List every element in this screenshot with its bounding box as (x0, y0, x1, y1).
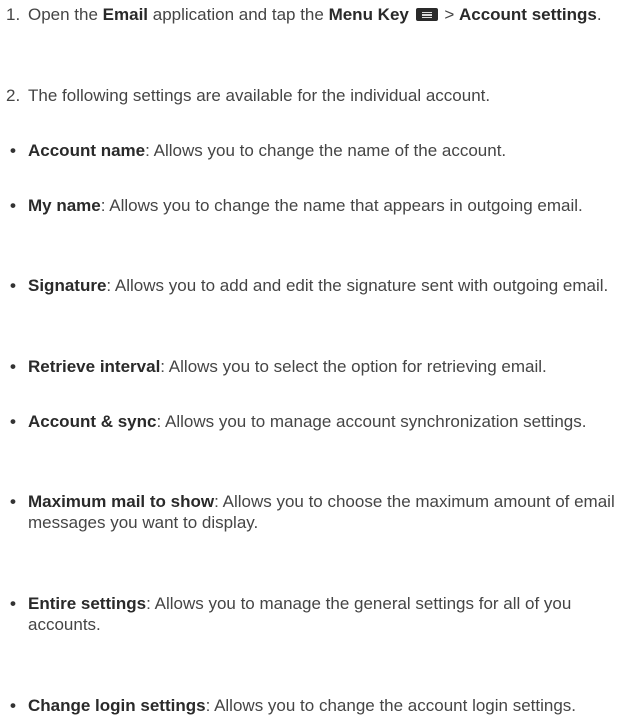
list-item: • Change login settings: Allows you to c… (6, 695, 636, 716)
step-text: > (439, 5, 459, 24)
bullet: • (10, 696, 16, 715)
setting-desc: : Allows you to manage account synchroni… (156, 412, 587, 431)
step-text: Open the (28, 5, 103, 24)
step-text: application and tap the (148, 5, 329, 24)
setting-desc: : Allows you to change the name that app… (100, 196, 583, 215)
step-number: 2. (6, 86, 21, 105)
step-text: . (596, 5, 602, 24)
list-item: • Signature: Allows you to add and edit … (6, 275, 636, 296)
list-item: • Account & sync: Allows you to manage a… (6, 411, 636, 432)
setting-term: Retrieve interval (28, 357, 161, 376)
step-2: 2. The following settings are available … (6, 85, 636, 106)
list-item: • Retrieve interval: Allows you to selec… (6, 356, 636, 377)
step-text: The following settings are available for… (28, 86, 491, 105)
bullet: • (10, 357, 16, 376)
setting-term: Account & sync (28, 412, 157, 431)
setting-term: Account name (28, 141, 146, 160)
bullet: • (10, 141, 16, 160)
account-settings-label: Account settings (458, 5, 597, 24)
list-item: • My name: Allows you to change the name… (6, 195, 636, 216)
list-item: • Account name: Allows you to change the… (6, 140, 636, 161)
setting-term: Change login settings (28, 696, 206, 715)
instructions-document: 1. Open the Email application and tap th… (0, 0, 636, 715)
step-number: 1. (6, 5, 21, 24)
setting-desc: : Allows you to add and edit the signatu… (106, 276, 609, 295)
step-1: 1. Open the Email application and tap th… (6, 4, 636, 25)
bullet: • (10, 594, 16, 613)
setting-term: Signature (28, 276, 107, 295)
setting-desc: : Allows you to select the option for re… (160, 357, 547, 376)
menu-key-label: Menu Key (328, 5, 409, 24)
bullet: • (10, 196, 16, 215)
app-name-email: Email (102, 5, 149, 24)
bullet: • (10, 412, 16, 431)
setting-term: My name (28, 196, 101, 215)
menu-key-icon (415, 8, 438, 21)
setting-term: Entire settings (28, 594, 147, 613)
setting-desc: : Allows you to change the account login… (205, 696, 577, 715)
bullet: • (10, 276, 16, 295)
list-item: • Entire settings: Allows you to manage … (6, 593, 636, 635)
list-item: • Maximum mail to show: Allows you to ch… (6, 491, 636, 533)
setting-desc: : Allows you to change the name of the a… (145, 141, 507, 160)
